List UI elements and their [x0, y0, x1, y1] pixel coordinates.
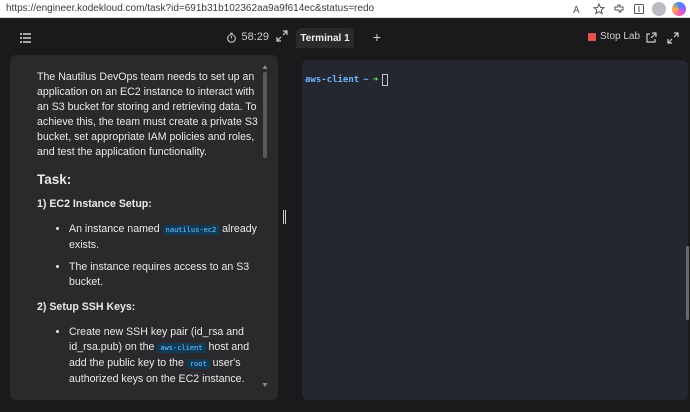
svg-text:A: A — [573, 5, 580, 15]
code-host-name: aws-client — [157, 343, 206, 353]
extensions-icon[interactable] — [612, 2, 626, 16]
stop-lab-label: Stop Lab — [600, 31, 641, 42]
ssh-keys-list: Create new SSH key pair (id_rsa and id_r… — [69, 325, 259, 387]
tab-terminal-1[interactable]: Terminal 1 — [296, 28, 354, 48]
task-scrollbar[interactable] — [262, 60, 268, 400]
terminal-panel[interactable]: aws-client ~ ➜ — [302, 60, 688, 400]
read-aloud-icon[interactable]: A — [572, 2, 586, 16]
list-item: The instance requires access to an S3 bu… — [69, 260, 259, 290]
copilot-icon[interactable] — [672, 2, 686, 16]
task-panel-header: 58:29 — [10, 28, 289, 48]
scroll-down-icon[interactable] — [262, 382, 268, 388]
stop-icon — [588, 32, 596, 41]
favorites-icon[interactable] — [632, 2, 646, 16]
expand-icon[interactable] — [666, 31, 680, 45]
list-item: An instance named nautilus-ec2 already e… — [69, 222, 259, 253]
stopwatch-icon — [227, 32, 237, 43]
list-item: Create new SSH key pair (id_rsa and id_r… — [69, 325, 259, 387]
browser-address-bar[interactable]: https://engineer.kodekloud.com/task?id=6… — [0, 0, 690, 18]
terminal-prompt: aws-client ~ ➜ — [305, 74, 389, 86]
panel-resize-handle[interactable] — [283, 210, 289, 224]
list-text: An instance named — [69, 223, 163, 235]
browser-toolbar: A — [572, 1, 686, 17]
external-link-icon[interactable] — [644, 31, 658, 45]
task-heading: Task: — [37, 172, 72, 187]
prompt-path: ~ — [363, 75, 369, 85]
expand-icon[interactable] — [275, 29, 289, 43]
code-instance-name: nautilus-ec2 — [162, 225, 220, 235]
code-user-name: root — [186, 359, 210, 369]
timer-text: 58:29 — [241, 31, 269, 43]
prompt-host: aws-client — [305, 75, 360, 85]
list-menu-icon[interactable] — [18, 30, 34, 46]
section-ssh-keys: 2) Setup SSH Keys: — [37, 301, 136, 313]
task-intro: The Nautilus DevOps team needs to set up… — [37, 71, 258, 158]
list-text-cut: the EC2 instance. — [160, 373, 245, 385]
task-content: The Nautilus DevOps team needs to set up… — [37, 70, 259, 397]
ec2-setup-list: An instance named nautilus-ec2 already e… — [69, 222, 259, 290]
scroll-up-icon[interactable] — [262, 64, 268, 70]
terminal-scrollbar[interactable] — [686, 60, 690, 400]
lab-timer: 58:29 — [226, 31, 269, 43]
stop-lab-button[interactable]: Stop Lab — [588, 31, 640, 42]
terminal-cursor — [382, 74, 389, 86]
avatar[interactable] — [652, 2, 666, 16]
section-ec2-setup: 1) EC2 Instance Setup: — [37, 198, 152, 210]
prompt-arrow: ➜ — [372, 75, 379, 85]
add-tab-button[interactable]: + — [370, 30, 384, 44]
url-text[interactable]: https://engineer.kodekloud.com/task?id=6… — [6, 3, 374, 14]
star-icon[interactable] — [592, 2, 606, 16]
scroll-thumb[interactable] — [263, 72, 267, 158]
terminal-tabbar: Terminal 1 + Stop Lab — [296, 28, 690, 48]
scroll-thumb[interactable] — [686, 246, 689, 320]
